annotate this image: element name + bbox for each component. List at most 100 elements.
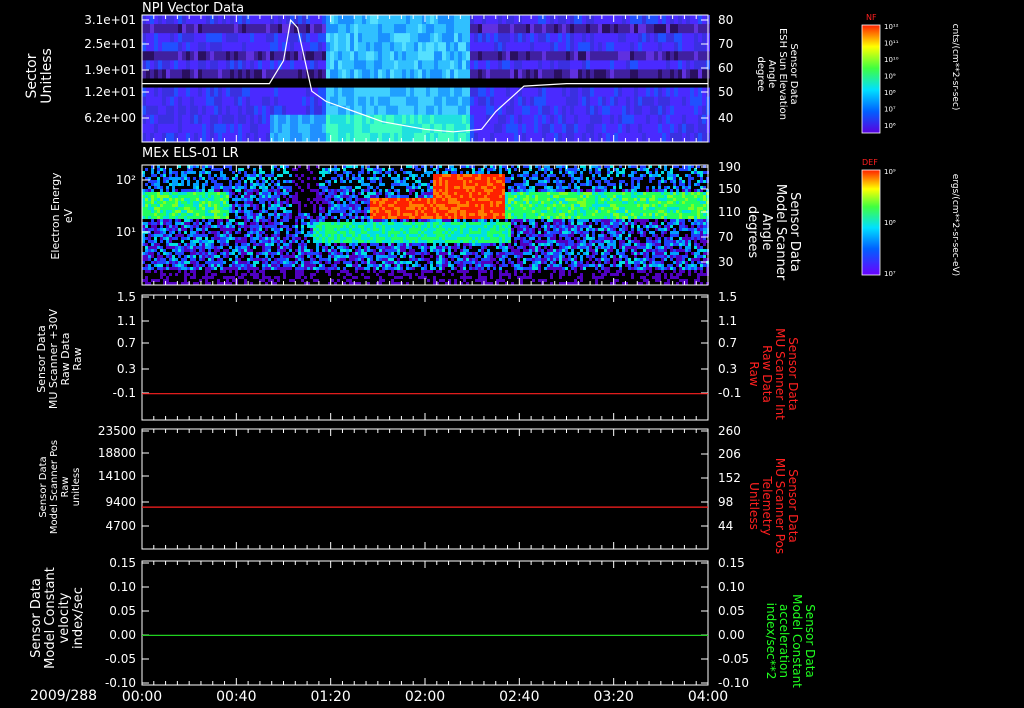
panel2-heat-cell: [292, 243, 295, 246]
panel2-heat-cell: [181, 243, 184, 246]
panel1-heat-cell: [426, 78, 430, 89]
panel2-heat-cell: [304, 174, 307, 177]
panel2-heat-cell: [304, 246, 307, 249]
panel2-heat-cell: [208, 249, 211, 252]
panel2-heat-cell: [238, 180, 241, 183]
panel1-heat-cell: [694, 24, 698, 34]
panel2-heat-cell: [190, 240, 193, 243]
panel2-heat-cell: [343, 192, 346, 195]
panel2-heat-cell: [232, 198, 235, 201]
panel2-heat-cell: [241, 192, 244, 195]
panel2-heat-cell: [190, 180, 193, 183]
panel2-heat-cell: [193, 171, 196, 174]
panel2-heat-cell: [364, 273, 367, 276]
panel2-heat-cell: [355, 228, 358, 231]
panel1-heat-cell: [142, 114, 146, 125]
panel2-heat-cell: [349, 207, 352, 210]
panel1-heat-cell: [186, 69, 190, 79]
panel2-heat-cell: [310, 267, 313, 270]
panel1-heat-cell: [254, 105, 258, 116]
panel2-heat-cell: [259, 192, 262, 195]
panel1-heat-cell: [186, 96, 190, 107]
panel2-heat-cell: [217, 174, 220, 177]
panel2-heat-cell: [316, 180, 319, 183]
panel2-heat-cell: [235, 249, 238, 252]
panel1-heat-cell: [442, 60, 446, 70]
panel1-heat-cell: [530, 33, 534, 43]
panel2-heat-cell: [325, 228, 328, 231]
panel2-heat-cell: [316, 231, 319, 234]
panel2-heat-cell: [217, 222, 220, 225]
panel1-heat-cell: [626, 69, 630, 79]
panel2-heat-cell: [358, 213, 361, 216]
panel2-heat-cell: [214, 177, 217, 180]
panel1-heat-cell: [578, 60, 582, 70]
panel1-heat-cell: [186, 24, 190, 34]
panel1-heat-cell: [186, 60, 190, 70]
panel2-heat-cell: [346, 264, 349, 267]
panel1-heat-cell: [594, 60, 598, 70]
panel1-heat-cell: [658, 123, 662, 134]
panel2-heat-cell: [253, 213, 256, 216]
panel2-heat-cell: [229, 243, 232, 246]
panel2-heat-cell: [247, 192, 250, 195]
panel1-heat-cell: [182, 132, 186, 143]
panel2-heat-cell: [232, 207, 235, 210]
panel1-heat-cell: [366, 24, 370, 34]
panel2-heat-cell: [274, 210, 277, 213]
panel2-heat-cell: [307, 195, 310, 198]
panel2-heat-cell: [181, 222, 184, 225]
panel2-heat-cell: [157, 270, 160, 273]
panel2-heat-cell: [319, 240, 322, 243]
panel2-heat-cell: [274, 198, 277, 201]
panel1-heat-cell: [630, 69, 634, 79]
panel2-heat-cell: [340, 210, 343, 213]
panel2-heat-cell: [226, 219, 229, 222]
panel2-heat-cell: [331, 270, 334, 273]
panel2-heat-cell: [238, 177, 241, 180]
panel2-heat-cell: [313, 243, 316, 246]
panel2-heat-cell: [193, 273, 196, 276]
panel1-heat-cell: [674, 132, 678, 143]
panel2-heat-cell: [205, 261, 208, 264]
panel2-heat-cell: [283, 192, 286, 195]
panel1-heat-cell: [234, 24, 238, 34]
panel1-heat-cell: [518, 69, 522, 79]
panel2-heat-cell: [232, 228, 235, 231]
panel2-heat-cell: [187, 267, 190, 270]
panel2-heat-cell: [268, 249, 271, 252]
panel1-heat-cell: [598, 105, 602, 116]
panel1-heat-cell: [538, 60, 542, 70]
panel1-heat-cell: [314, 51, 318, 61]
panel1-heat-cell: [254, 114, 258, 125]
panel1-heat-cell: [534, 105, 538, 116]
panel2-heat-cell: [187, 276, 190, 279]
panel2-heat-cell: [268, 198, 271, 201]
panel2-heat-cell: [160, 186, 163, 189]
panel2-heat-cell: [361, 246, 364, 249]
panel2-heat-cell: [172, 174, 175, 177]
panel2-heat-cell: [220, 243, 223, 246]
panel1-heat-cell: [666, 60, 670, 70]
panel2-heat-cell: [229, 171, 232, 174]
panel1-heat-cell: [590, 132, 594, 143]
panel1-heat-cell: [558, 60, 562, 70]
panel2-heat-cell: [229, 252, 232, 255]
panel2-heat-cell: [184, 234, 187, 237]
panel2-heat-cell: [190, 198, 193, 201]
panel2-heat-cell: [163, 177, 166, 180]
panel2-heat-cell: [226, 216, 229, 219]
panel2-heat-cell: [220, 174, 223, 177]
panel1-heat-cell: [382, 78, 386, 89]
panel1-heat-cell: [666, 69, 670, 79]
panel2-heat-cell: [175, 213, 178, 216]
panel1-heat-cell: [226, 132, 230, 143]
panel2-heat-cell: [337, 243, 340, 246]
panel2-heat-cell: [289, 276, 292, 279]
panel2-heat-cell: [328, 186, 331, 189]
panel2-heat-cell: [169, 237, 172, 240]
panel1-heat-cell: [370, 42, 374, 52]
panel2-heat-cell: [298, 252, 301, 255]
panel1-heat-cell: [194, 51, 198, 61]
panel1-heat-cell: [310, 51, 314, 61]
